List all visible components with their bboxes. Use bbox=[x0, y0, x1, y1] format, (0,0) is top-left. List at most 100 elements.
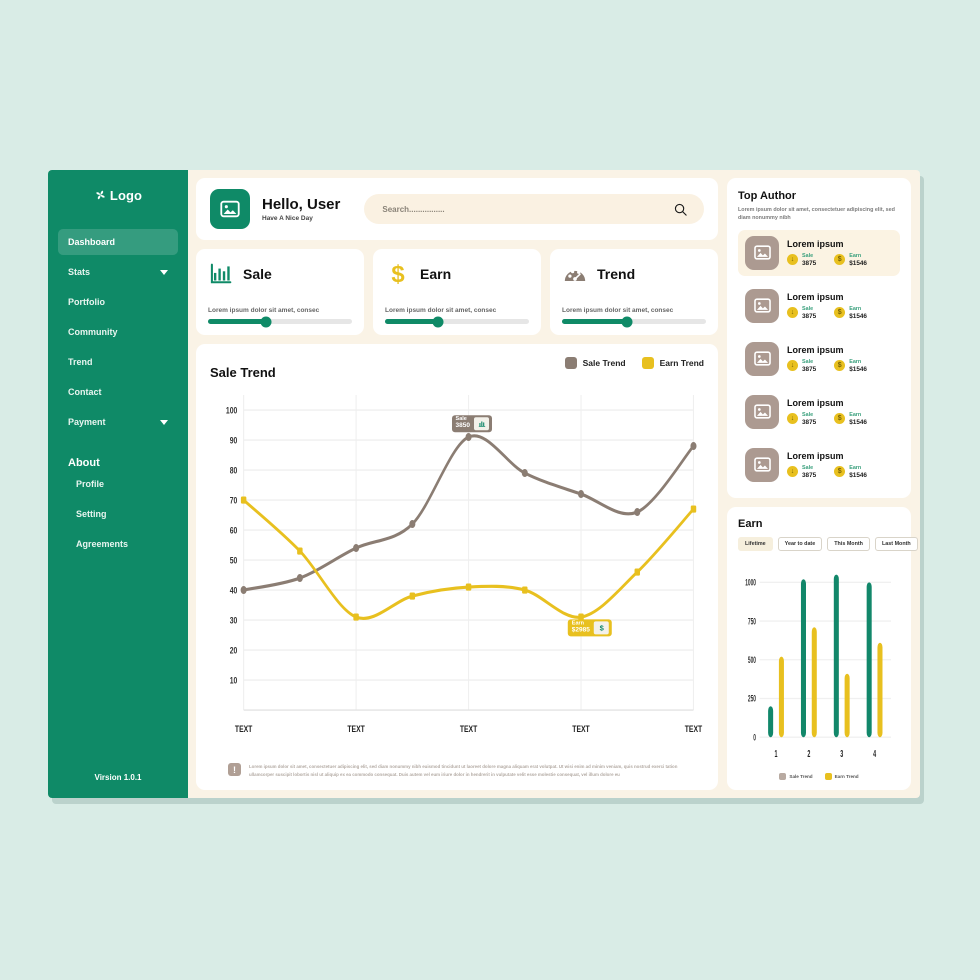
progress-slider[interactable] bbox=[385, 316, 529, 327]
earn-legend-item[interactable]: Sale Trend bbox=[779, 773, 813, 780]
earn-filter-this-month[interactable]: This Month bbox=[827, 536, 870, 551]
svg-text:50: 50 bbox=[230, 555, 238, 565]
search-icon[interactable] bbox=[673, 202, 688, 217]
version-label: Virsion 1.0.1 bbox=[94, 773, 142, 782]
slider-fill bbox=[385, 319, 439, 324]
dollar-coin-icon: $ bbox=[834, 413, 846, 425]
author-earn-stat: $ Earn $1546 bbox=[834, 306, 867, 320]
slider-fill bbox=[208, 319, 266, 324]
arrow-down-coin-icon: ↓ bbox=[787, 466, 798, 478]
avatar[interactable] bbox=[210, 189, 250, 229]
exclamation-icon: ! bbox=[228, 763, 241, 777]
sidebar-item-dashboard[interactable]: Dashboard bbox=[58, 229, 178, 255]
author-stats: ↓ Sale 3875 $ Earn $1546 bbox=[787, 306, 867, 320]
author-sale-block: Sale 3875 bbox=[802, 306, 816, 320]
author-info: Lorem ipsum ↓ Sale 3875 $ Earn $1546 bbox=[787, 292, 867, 320]
sidebar-item-label: Trend bbox=[68, 357, 93, 367]
sidebar-item-agreements[interactable]: Agreements bbox=[76, 539, 178, 549]
author-sale-value: 3875 bbox=[802, 312, 817, 320]
sidebar-item-profile[interactable]: Profile bbox=[76, 479, 178, 489]
sidebar-item-setting[interactable]: Setting bbox=[76, 509, 178, 519]
author-row[interactable]: Lorem ipsum ↓ Sale 3875 $ Earn $1546 bbox=[738, 389, 900, 435]
author-sale-value: 3875 bbox=[802, 418, 817, 426]
stat-card-sale[interactable]: Sale Lorem ipsum dolor sit amet, consec bbox=[196, 249, 364, 335]
dollar-coin-icon: $ bbox=[834, 466, 846, 478]
earn-filter-lifetime[interactable]: Lifetime bbox=[738, 536, 773, 551]
svg-text:750: 750 bbox=[748, 617, 756, 627]
tooltip-text: Sale 3850 bbox=[455, 417, 471, 430]
legend-swatch bbox=[564, 357, 577, 369]
tooltip-value: $2985 bbox=[571, 626, 590, 634]
author-earn-stat: $ Earn $1546 bbox=[834, 253, 867, 267]
chevron-down-icon[interactable] bbox=[160, 269, 168, 275]
stat-card-description: Lorem ipsum dolor sit amet, consec bbox=[385, 307, 497, 314]
author-earn-value: $1546 bbox=[849, 365, 867, 373]
author-sale-block: Sale 3875 bbox=[802, 253, 816, 267]
sidebar-item-stats[interactable]: Stats bbox=[58, 259, 178, 285]
author-name: Lorem ipsum bbox=[787, 397, 844, 408]
sidebar-item-label: Portfolio bbox=[68, 297, 105, 307]
svg-text:TEXT: TEXT bbox=[572, 724, 590, 734]
earn-filter-chips: Lifetime Year to date This Month Last Month bbox=[738, 536, 918, 551]
svg-text:100: 100 bbox=[226, 405, 238, 415]
author-sale-block: Sale 3875 bbox=[802, 359, 816, 373]
slider-knob[interactable] bbox=[260, 316, 272, 327]
svg-text:20: 20 bbox=[230, 645, 238, 655]
sale-trend-card: Sale Trend Sale Trend Earn Trend 10 20 30 4… bbox=[196, 344, 718, 790]
search-box[interactable] bbox=[364, 194, 704, 224]
stat-card-earn[interactable]: $ Earn Lorem ipsum dolor sit amet, conse… bbox=[373, 249, 541, 335]
sidebar-item-portfolio[interactable]: Portfolio bbox=[58, 289, 178, 315]
avatar bbox=[745, 288, 779, 323]
earn-legend-item[interactable]: Earn Trend bbox=[824, 773, 859, 780]
author-sale-label: Sale bbox=[802, 411, 814, 418]
dollar-coin-icon: $ bbox=[834, 360, 846, 372]
search-input[interactable] bbox=[382, 204, 597, 214]
author-stats: ↓ Sale 3875 $ Earn $1546 bbox=[787, 359, 867, 373]
author-earn-block: Earn $1546 bbox=[849, 306, 867, 320]
logo[interactable]: Logo bbox=[48, 188, 188, 203]
author-row[interactable]: Lorem ipsum ↓ Sale 3875 $ Earn $1546 bbox=[738, 336, 900, 382]
chevron-down-icon[interactable] bbox=[160, 419, 168, 425]
tooltip-text: Earn $2985 bbox=[571, 621, 591, 635]
legend-item[interactable]: Earn Trend bbox=[641, 357, 704, 369]
stat-card-description: Lorem ipsum dolor sit amet, consec bbox=[208, 307, 320, 314]
author-row[interactable]: Lorem ipsum ↓ Sale 3875 $ Earn $1546 bbox=[738, 229, 900, 276]
earn-filter-last-month[interactable]: Last Month bbox=[874, 536, 918, 551]
svg-text:70: 70 bbox=[230, 495, 238, 505]
about-heading: About bbox=[68, 457, 100, 469]
svg-text:250: 250 bbox=[748, 694, 756, 704]
earn-card: Earn Lifetime Year to date This Month Last … bbox=[727, 506, 918, 790]
author-row[interactable]: Lorem ipsum ↓ Sale 3875 $ Earn $1546 bbox=[738, 442, 900, 488]
slider-knob[interactable] bbox=[432, 316, 444, 327]
top-author-subtitle: Lorem ipsum dolor sit amet, consectetuer… bbox=[738, 207, 895, 222]
author-info: Lorem ipsum ↓ Sale 3875 $ Earn $1546 bbox=[787, 239, 867, 267]
sidebar-item-payment[interactable]: Payment bbox=[58, 409, 178, 435]
author-sale-label: Sale bbox=[802, 305, 814, 312]
progress-slider[interactable] bbox=[562, 316, 706, 327]
page-title: Hello, User bbox=[262, 195, 341, 213]
earn-filter-year-to-date[interactable]: Year to date bbox=[777, 536, 823, 551]
sidebar-item-contact[interactable]: Contact bbox=[58, 379, 178, 405]
author-info: Lorem ipsum ↓ Sale 3875 $ Earn $1546 bbox=[787, 451, 867, 479]
author-row[interactable]: Lorem ipsum ↓ Sale 3875 $ Earn $1546 bbox=[738, 283, 900, 329]
top-author-title: Top Author bbox=[738, 190, 797, 202]
slider-knob[interactable] bbox=[621, 316, 633, 327]
progress-slider[interactable] bbox=[208, 316, 352, 327]
stat-card-trend[interactable]: Trend Lorem ipsum dolor sit amet, consec bbox=[550, 249, 718, 335]
bar-chart-icon bbox=[478, 421, 485, 427]
side-column: Top Author Lorem ipsum dolor sit amet, c… bbox=[727, 178, 918, 790]
sidebar-item-community[interactable]: Community bbox=[58, 319, 178, 345]
earn-legend: Sale Trend Earn Trend bbox=[738, 773, 900, 782]
chart-tooltip-sale[interactable]: Sale 3850 bbox=[451, 415, 493, 433]
sidebar-item-trend[interactable]: Trend bbox=[58, 349, 178, 375]
header-bar: Hello, User Have A Nice Day bbox=[196, 178, 718, 240]
author-stats: ↓ Sale 3875 $ Earn $1546 bbox=[787, 465, 867, 479]
author-sale-stat: ↓ Sale 3875 bbox=[787, 253, 816, 267]
legend-label: Earn Trend bbox=[659, 358, 704, 368]
chart-tooltip-earn[interactable]: Earn $2985 $ bbox=[567, 619, 612, 637]
app-window: Logo Dashboard Stats Portfolio Community Tre… bbox=[48, 170, 920, 798]
svg-text:60: 60 bbox=[230, 525, 238, 535]
image-placeholder-icon bbox=[753, 404, 771, 419]
legend-item[interactable]: Sale Trend bbox=[564, 357, 626, 369]
